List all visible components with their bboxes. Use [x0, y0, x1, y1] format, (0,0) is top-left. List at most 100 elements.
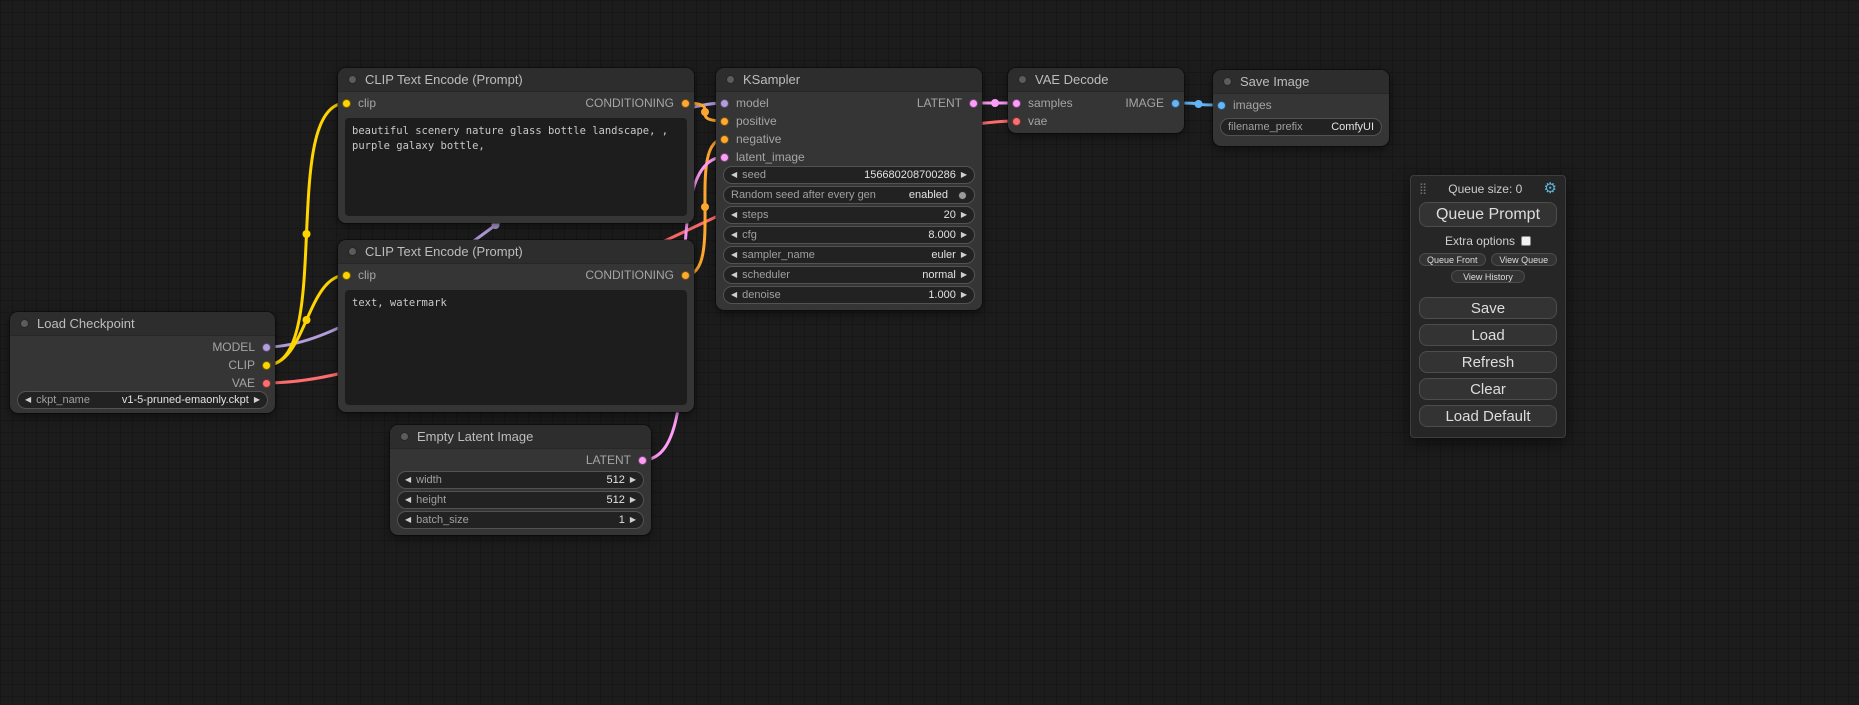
decrement-arrow-icon[interactable]: ◀	[731, 291, 737, 299]
cfg-widget[interactable]: ◀ cfg 8.000 ▶	[723, 226, 975, 244]
clip-input-dot[interactable]	[342, 99, 351, 108]
output-slot-latent[interactable]: LATENT	[917, 94, 978, 112]
node-save-image[interactable]: Save Image images filename_prefix ComfyU…	[1213, 70, 1389, 146]
collapse-dot-icon[interactable]	[20, 319, 29, 328]
output-slot-clip[interactable]: CLIP	[228, 356, 271, 374]
increment-arrow-icon[interactable]: ▶	[961, 211, 967, 219]
node-empty-latent-image[interactable]: Empty Latent Image LATENT ◀ width 512 ▶ …	[390, 425, 651, 535]
node-title-bar[interactable]: Save Image	[1213, 70, 1389, 94]
increment-arrow-icon[interactable]: ▶	[961, 291, 967, 299]
steps-widget[interactable]: ◀ steps 20 ▶	[723, 206, 975, 224]
increment-arrow-icon[interactable]: ▶	[630, 496, 636, 504]
latent-output-dot[interactable]	[638, 456, 647, 465]
node-title-bar[interactable]: CLIP Text Encode (Prompt)	[338, 240, 694, 264]
input-slot-samples[interactable]: samples	[1012, 94, 1073, 112]
vae-output-dot[interactable]	[262, 379, 271, 388]
input-slot-clip[interactable]: clip	[342, 266, 376, 284]
clear-button[interactable]: Clear	[1419, 378, 1557, 400]
decrement-arrow-icon[interactable]: ◀	[405, 476, 411, 484]
input-slot-vae[interactable]: vae	[1012, 112, 1073, 130]
save-button[interactable]: Save	[1419, 297, 1557, 319]
node-vae-decode[interactable]: VAE Decode samples vae IMAGE	[1008, 68, 1184, 133]
conditioning-output-dot[interactable]	[681, 99, 690, 108]
comfy-menu-panel[interactable]: ⣿ Queue size: 0 ⚙ Queue Prompt Extra opt…	[1410, 175, 1566, 438]
clip-output-dot[interactable]	[262, 361, 271, 370]
output-slot-conditioning[interactable]: CONDITIONING	[585, 94, 690, 112]
clip-input-dot[interactable]	[342, 271, 351, 280]
increment-arrow-icon[interactable]: ▶	[630, 476, 636, 484]
input-slot-positive[interactable]: positive	[720, 112, 805, 130]
vae-input-dot[interactable]	[1012, 117, 1021, 126]
conditioning-output-dot[interactable]	[681, 271, 690, 280]
negative-prompt-textarea[interactable]: text, watermark	[345, 290, 687, 405]
increment-arrow-icon[interactable]: ▶	[961, 271, 967, 279]
node-clip-text-encode-positive[interactable]: CLIP Text Encode (Prompt) clip CONDITION…	[338, 68, 694, 223]
decrement-arrow-icon[interactable]: ◀	[405, 496, 411, 504]
output-slot-latent[interactable]: LATENT	[586, 451, 647, 469]
decrement-arrow-icon[interactable]: ◀	[731, 171, 737, 179]
increment-arrow-icon[interactable]: ▶	[961, 231, 967, 239]
input-slot-images[interactable]: images	[1217, 96, 1272, 114]
seed-widget[interactable]: ◀ seed 156680208700286 ▶	[723, 166, 975, 184]
negative-input-dot[interactable]	[720, 135, 729, 144]
settings-gear-icon[interactable]: ⚙	[1544, 181, 1557, 196]
node-clip-text-encode-negative[interactable]: CLIP Text Encode (Prompt) clip CONDITION…	[338, 240, 694, 412]
view-queue-button[interactable]: View Queue	[1491, 253, 1558, 266]
decrement-arrow-icon[interactable]: ◀	[731, 211, 737, 219]
denoise-widget[interactable]: ◀ denoise 1.000 ▶	[723, 286, 975, 304]
increment-arrow-icon[interactable]: ▶	[254, 396, 260, 404]
latent-image-input-dot[interactable]	[720, 153, 729, 162]
node-title-bar[interactable]: CLIP Text Encode (Prompt)	[338, 68, 694, 92]
view-history-button[interactable]: View History	[1451, 270, 1525, 283]
positive-input-dot[interactable]	[720, 117, 729, 126]
decrement-arrow-icon[interactable]: ◀	[405, 516, 411, 524]
model-output-dot[interactable]	[262, 343, 271, 352]
model-input-dot[interactable]	[720, 99, 729, 108]
sampler-name-widget[interactable]: ◀ sampler_name euler ▶	[723, 246, 975, 264]
decrement-arrow-icon[interactable]: ◀	[731, 231, 737, 239]
collapse-dot-icon[interactable]	[400, 432, 409, 441]
scheduler-widget[interactable]: ◀ scheduler normal ▶	[723, 266, 975, 284]
decrement-arrow-icon[interactable]: ◀	[731, 271, 737, 279]
increment-arrow-icon[interactable]: ▶	[961, 171, 967, 179]
node-title-bar[interactable]: Load Checkpoint	[10, 312, 275, 336]
batch-size-widget[interactable]: ◀ batch_size 1 ▶	[397, 511, 644, 529]
samples-input-dot[interactable]	[1012, 99, 1021, 108]
random-seed-toggle[interactable]: Random seed after every gen enabled	[723, 186, 975, 204]
images-input-dot[interactable]	[1217, 101, 1226, 110]
input-slot-clip[interactable]: clip	[342, 94, 376, 112]
positive-prompt-textarea[interactable]: beautiful scenery nature glass bottle la…	[345, 118, 687, 216]
output-slot-conditioning[interactable]: CONDITIONING	[585, 266, 690, 284]
output-slot-image[interactable]: IMAGE	[1125, 94, 1180, 112]
output-slot-vae[interactable]: VAE	[232, 374, 271, 392]
decrement-arrow-icon[interactable]: ◀	[731, 251, 737, 259]
width-widget[interactable]: ◀ width 512 ▶	[397, 471, 644, 489]
queue-front-button[interactable]: Queue Front	[1419, 253, 1486, 266]
node-title-bar[interactable]: KSampler	[716, 68, 982, 92]
drag-handle-icon[interactable]: ⣿	[1419, 182, 1427, 195]
input-slot-negative[interactable]: negative	[720, 130, 805, 148]
output-slot-model[interactable]: MODEL	[212, 338, 271, 356]
collapse-dot-icon[interactable]	[348, 247, 357, 256]
node-ksampler[interactable]: KSampler model positive negative latent_…	[716, 68, 982, 310]
height-widget[interactable]: ◀ height 512 ▶	[397, 491, 644, 509]
input-slot-model[interactable]: model	[720, 94, 805, 112]
increment-arrow-icon[interactable]: ▶	[961, 251, 967, 259]
node-title-bar[interactable]: VAE Decode	[1008, 68, 1184, 92]
toggle-dot-icon[interactable]	[958, 191, 967, 200]
refresh-button[interactable]: Refresh	[1419, 351, 1557, 373]
filename-prefix-widget[interactable]: filename_prefix ComfyUI	[1220, 118, 1382, 136]
input-slot-latent-image[interactable]: latent_image	[720, 148, 805, 166]
increment-arrow-icon[interactable]: ▶	[630, 516, 636, 524]
collapse-dot-icon[interactable]	[1018, 75, 1027, 84]
ckpt-name-widget[interactable]: ◀ ckpt_name v1-5-pruned-emaonly.ckpt ▶	[17, 391, 268, 409]
queue-prompt-button[interactable]: Queue Prompt	[1419, 202, 1557, 227]
collapse-dot-icon[interactable]	[348, 75, 357, 84]
node-load-checkpoint[interactable]: Load Checkpoint MODEL CLIP VAE ◀ ckpt_na…	[10, 312, 275, 413]
graph-canvas[interactable]: Load Checkpoint MODEL CLIP VAE ◀ ckpt_na…	[0, 0, 1859, 705]
extra-options-checkbox[interactable]	[1521, 236, 1531, 246]
decrement-arrow-icon[interactable]: ◀	[25, 396, 31, 404]
node-title-bar[interactable]: Empty Latent Image	[390, 425, 651, 449]
collapse-dot-icon[interactable]	[726, 75, 735, 84]
load-button[interactable]: Load	[1419, 324, 1557, 346]
